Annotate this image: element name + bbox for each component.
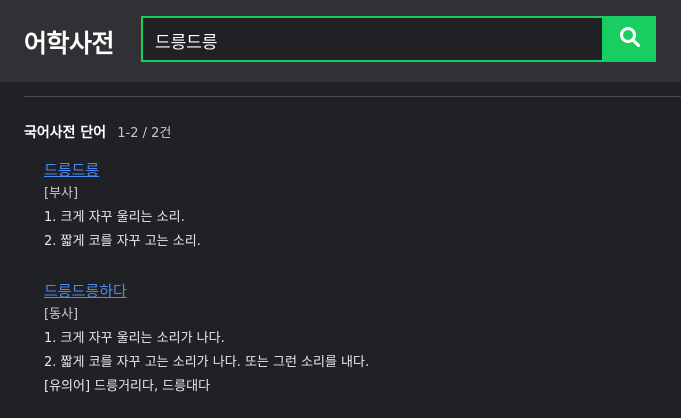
definition: 2. 짧게 코를 자꾸 고는 소리.	[44, 234, 201, 249]
result-entry: 드릉드릉하다 [동사] 1. 크게 자꾸 울리는 소리가 나다. 2. 짧게 코…	[44, 279, 369, 399]
definition: 1. 크게 자꾸 울리는 소리가 나다.	[44, 331, 225, 346]
result-count: 1-2 / 2건	[117, 126, 172, 141]
section-header: 국어사전 단어 1-2 / 2건	[24, 122, 171, 142]
synonyms: [유의어] 드릉거리다, 드릉대다	[44, 379, 211, 394]
search-input[interactable]	[153, 18, 597, 62]
part-of-speech: [부사]	[44, 186, 79, 201]
definition: 1. 크게 자꾸 울리는 소리.	[44, 210, 185, 225]
result-entry: 드릉드릉 [부사] 1. 크게 자꾸 울리는 소리. 2. 짧게 코를 자꾸 고…	[44, 158, 201, 254]
search-button[interactable]	[604, 16, 656, 62]
app-logo[interactable]: 어학사전	[24, 24, 115, 60]
definition: 2. 짧게 코를 자꾸 고는 소리가 나다. 또는 그런 소리를 내다.	[44, 355, 370, 370]
header-divider	[24, 96, 681, 97]
entry-word-link[interactable]: 드릉드릉	[44, 158, 201, 182]
section-title: 국어사전 단어	[24, 125, 107, 141]
search-icon	[619, 26, 641, 52]
entry-word-link[interactable]: 드릉드릉하다	[44, 279, 369, 303]
search-box	[141, 16, 604, 62]
part-of-speech: [동사]	[44, 307, 79, 322]
